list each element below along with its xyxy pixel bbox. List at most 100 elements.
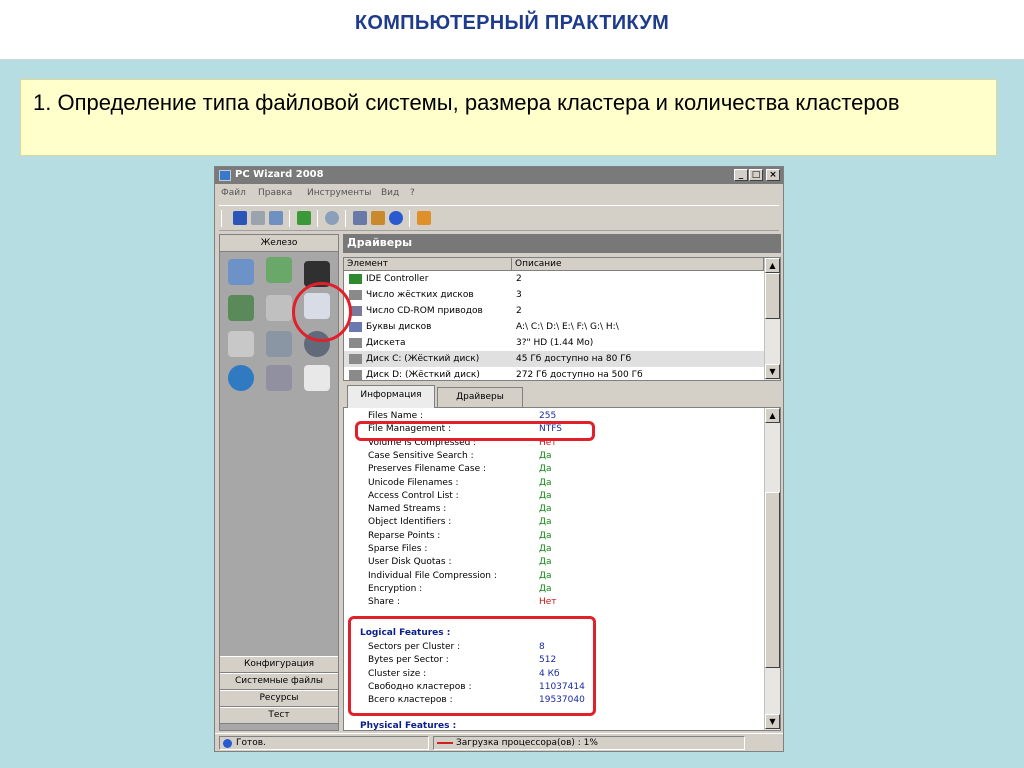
table-row[interactable]: Буквы дисков A:\ C:\ D:\ E:\ F:\ G:\ H:\ <box>344 319 764 335</box>
column-header-description[interactable]: Описание <box>512 258 764 271</box>
list-item: Preserves Filename Case : Да <box>344 463 764 476</box>
disk-icon <box>349 370 362 380</box>
print-icon[interactable] <box>251 211 265 225</box>
status-ready: Готов. <box>219 736 429 750</box>
scroll-down-button[interactable]: ▼ <box>765 364 780 379</box>
disk-icon <box>349 322 362 332</box>
list-item: Case Sensitive Search : Да <box>344 450 764 463</box>
cell-element: IDE Controller <box>366 274 429 284</box>
usb-icon[interactable] <box>266 295 292 321</box>
maximize-button[interactable]: □ <box>749 169 763 181</box>
motherboard-icon[interactable] <box>266 257 292 283</box>
tab-info[interactable]: Информация <box>347 385 435 408</box>
minimize-button[interactable]: _ <box>734 169 748 181</box>
logical-features-highlight <box>348 616 596 716</box>
cell-element: Буквы дисков <box>366 322 432 332</box>
list-item: Encryption : Да <box>344 583 764 596</box>
cell-description: 3 <box>516 290 522 300</box>
cell-element: Число жёстких дисков <box>366 290 474 300</box>
config-button[interactable]: Конфигурация <box>220 656 338 673</box>
list-item: User Disk Quotas : Да <box>344 556 764 569</box>
drivers-header: Драйверы <box>343 234 781 253</box>
drive-highlight-circle <box>292 282 352 342</box>
network-icon[interactable] <box>353 211 367 225</box>
property-value: Да <box>539 504 552 515</box>
category-header[interactable]: Железо <box>220 235 338 252</box>
menu-tools[interactable]: Инструменты <box>307 188 371 198</box>
menu-view[interactable]: Вид <box>381 188 399 198</box>
toolbar-separator <box>289 210 290 227</box>
cell-element: Диск C: (Жёсткий диск) <box>366 354 480 364</box>
list-item: Reparse Points : Да <box>344 530 764 543</box>
list-item: Object Identifiers : Да <box>344 516 764 529</box>
disk-icon <box>349 338 362 348</box>
tab-drivers[interactable]: Драйверы <box>437 387 523 407</box>
list-item: Named Streams : Да <box>344 503 764 516</box>
slide-caption: 1. Определение типа файловой системы, ра… <box>20 79 997 156</box>
resources-button[interactable]: Ресурсы <box>220 690 338 707</box>
file-management-highlight <box>355 421 595 441</box>
window-title: PC Wizard 2008 <box>235 169 324 180</box>
close-button[interactable]: × <box>766 169 780 181</box>
toolbar-separator <box>409 210 410 227</box>
scroll-thumb[interactable] <box>765 492 780 668</box>
refresh-icon[interactable] <box>297 211 311 225</box>
tools-icon[interactable] <box>266 331 292 357</box>
menu-file[interactable]: Файл <box>221 188 246 198</box>
menu-help[interactable]: ? <box>410 188 415 198</box>
cell-description: 3?" HD (1.44 Mo) <box>516 338 594 348</box>
network-globe-icon[interactable] <box>228 365 254 391</box>
toolbar-separator <box>345 210 346 227</box>
menu-edit[interactable]: Правка <box>258 188 292 198</box>
info-scrollbar[interactable]: ▲ ▼ <box>764 408 780 730</box>
property-value: Да <box>539 530 552 541</box>
cell-element: Число CD-ROM приводов <box>366 306 483 316</box>
info-icon <box>223 739 232 748</box>
list-item: Access Control List : Да <box>344 490 764 503</box>
scroll-up-button[interactable]: ▲ <box>765 258 780 273</box>
test-button[interactable]: Тест <box>220 707 338 724</box>
window-titlebar[interactable]: PC Wizard 2008 _ □ × <box>215 167 783 184</box>
table-row[interactable]: Дискета 3?" HD (1.44 Mo) <box>344 335 764 351</box>
drivers-table: Элемент Описание IDE Controller 2 Число жё… <box>343 257 781 381</box>
disk-icon <box>349 290 362 300</box>
property-label: Individual File Compression : <box>368 570 497 581</box>
list-item: Sparse Files : Да <box>344 543 764 556</box>
cell-description: 2 <box>516 274 522 284</box>
computer-icon[interactable] <box>228 259 254 285</box>
column-header-element[interactable]: Элемент <box>344 258 512 271</box>
scroll-down-button[interactable]: ▼ <box>765 714 780 729</box>
property-value: Да <box>539 570 552 581</box>
toolbar-separator <box>221 210 222 227</box>
list-item: Individual File Compression : Да <box>344 570 764 583</box>
home-icon[interactable] <box>417 211 431 225</box>
table-row[interactable]: Число CD-ROM приводов 2 <box>344 303 764 319</box>
cell-description: 272 Гб доступно на 500 Гб <box>516 370 643 380</box>
table-row[interactable]: Диск C: (Жёсткий диск) 45 Гб доступно на … <box>344 351 764 367</box>
system-files-button[interactable]: Системные файлы <box>220 673 338 690</box>
property-value: Да <box>539 464 552 475</box>
property-value: Да <box>539 490 552 501</box>
statusbar: Готов. Загрузка процессора(ов) : 1% <box>215 733 783 751</box>
copy-icon[interactable] <box>269 211 283 225</box>
property-value: Да <box>539 477 552 488</box>
table-row[interactable]: Диск D: (Жёсткий диск) 272 Гб доступно на… <box>344 367 764 380</box>
ports-icon[interactable] <box>266 365 292 391</box>
controller-icon <box>349 274 362 284</box>
table-row[interactable]: IDE Controller 2 <box>344 271 764 287</box>
info-icon[interactable] <box>389 211 403 225</box>
property-value: Да <box>539 583 552 594</box>
folder-icon[interactable] <box>371 211 385 225</box>
scroll-up-button[interactable]: ▲ <box>765 408 780 423</box>
property-label: Preserves Filename Case : <box>368 464 487 475</box>
drivers-scrollbar[interactable]: ▲ ▼ <box>764 258 780 380</box>
scroll-thumb[interactable] <box>765 273 780 319</box>
save-icon[interactable] <box>233 211 247 225</box>
property-label: Encryption : <box>368 583 423 594</box>
search-icon[interactable] <box>325 211 339 225</box>
video-icon[interactable] <box>228 295 254 321</box>
printer-icon[interactable] <box>228 331 254 357</box>
gauge-icon[interactable] <box>304 365 330 391</box>
table-row[interactable]: Число жёстких дисков 3 <box>344 287 764 303</box>
property-label: Unicode Filenames : <box>368 477 459 488</box>
